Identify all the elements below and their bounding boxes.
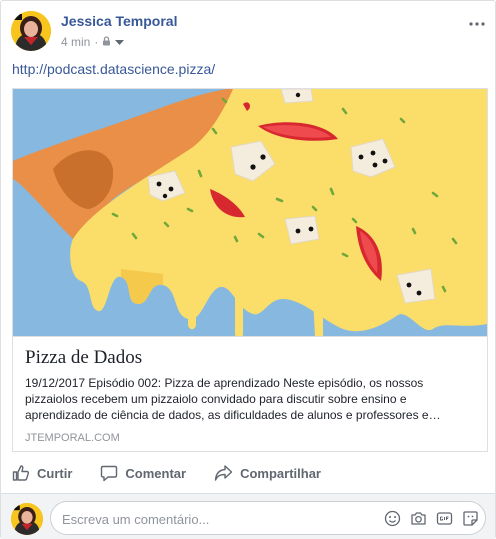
like-button[interactable]: Curtir bbox=[12, 464, 72, 482]
emoji-icon[interactable] bbox=[384, 510, 401, 527]
comment-placeholder: Escreva um comentário... bbox=[62, 512, 210, 527]
link-preview[interactable]: Pizza de Dados 19/12/2017 Episódio 002: … bbox=[12, 88, 488, 452]
comment-bar: Escreva um comentário... bbox=[1, 493, 495, 539]
camera-icon[interactable] bbox=[410, 510, 427, 527]
gif-icon[interactable] bbox=[436, 510, 453, 527]
comment-input[interactable]: Escreva um comentário... bbox=[50, 501, 486, 535]
post-card: Jessica Temporal 4 min · http://podcast.… bbox=[0, 0, 496, 539]
like-label: Curtir bbox=[37, 465, 73, 481]
commenter-avatar[interactable] bbox=[11, 503, 43, 535]
preview-title[interactable]: Pizza de Dados bbox=[25, 347, 475, 369]
more-options-icon[interactable] bbox=[469, 15, 485, 26]
comment-button[interactable]: Comentar bbox=[100, 464, 186, 482]
share-arrow-icon bbox=[214, 464, 233, 482]
sticker-icon[interactable] bbox=[462, 510, 479, 527]
thumbs-up-icon bbox=[12, 464, 30, 482]
comment-label: Comentar bbox=[125, 465, 187, 481]
post-meta: 4 min · bbox=[61, 35, 125, 49]
comment-tools bbox=[384, 510, 479, 527]
preview-text[interactable]: Pizza de Dados 19/12/2017 Episódio 002: … bbox=[13, 336, 487, 451]
share-label: Compartilhar bbox=[240, 465, 321, 481]
speech-bubble-icon bbox=[100, 464, 118, 482]
post-timestamp[interactable]: 4 min bbox=[61, 35, 90, 49]
post-link[interactable]: http://podcast.datascience.pizza/ bbox=[12, 61, 215, 77]
author-name[interactable]: Jessica Temporal bbox=[61, 13, 177, 29]
preview-domain: JTEMPORAL.COM bbox=[25, 432, 120, 444]
author-avatar[interactable] bbox=[11, 11, 51, 51]
lock-icon[interactable] bbox=[102, 35, 111, 49]
caret-down-icon[interactable] bbox=[115, 35, 125, 49]
preview-image[interactable] bbox=[13, 89, 487, 336]
share-button[interactable]: Compartilhar bbox=[214, 464, 321, 482]
post-header: Jessica Temporal 4 min · bbox=[11, 11, 485, 53]
preview-description: 19/12/2017 Episódio 002: Pizza de aprend… bbox=[25, 376, 441, 422]
post-actions: Curtir Comentar Compartilhar bbox=[12, 458, 484, 488]
